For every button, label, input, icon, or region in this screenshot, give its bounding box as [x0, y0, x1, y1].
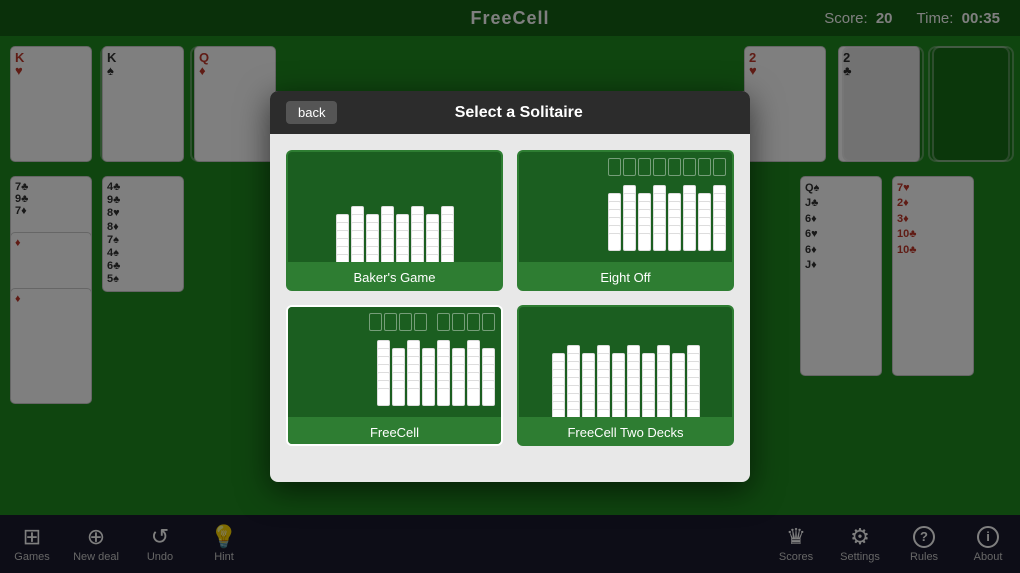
freecell-two-decks-preview [519, 307, 732, 417]
game-option-eight-off[interactable]: Eight Off [517, 150, 734, 291]
eight-off-preview [519, 152, 732, 262]
modal-title: Select a Solitaire [353, 104, 684, 122]
freecell-label: FreeCell [288, 417, 501, 444]
freecell-preview [288, 307, 501, 417]
back-button[interactable]: back [286, 101, 337, 124]
select-solitaire-modal: back Select a Solitaire [270, 91, 750, 482]
game-option-freecell-two-decks[interactable]: FreeCell Two Decks [517, 305, 734, 446]
bakers-game-label: Baker's Game [288, 262, 501, 289]
game-options-grid: Baker's Game [270, 134, 750, 462]
eight-off-label: Eight Off [519, 262, 732, 289]
eight-off-top-row [608, 158, 726, 178]
bakers-game-mini-cols [332, 160, 458, 262]
freecell-cols [377, 340, 495, 396]
game-option-bakers-game[interactable]: Baker's Game [286, 150, 503, 291]
freecell-top-row [369, 313, 495, 333]
freecell-two-decks-label: FreeCell Two Decks [519, 417, 732, 444]
eight-off-cols [608, 185, 726, 241]
modal-overlay: back Select a Solitaire [0, 0, 1020, 573]
game-option-freecell[interactable]: FreeCell [286, 305, 503, 446]
modal-header: back Select a Solitaire [270, 91, 750, 134]
bakers-game-preview [288, 152, 501, 262]
